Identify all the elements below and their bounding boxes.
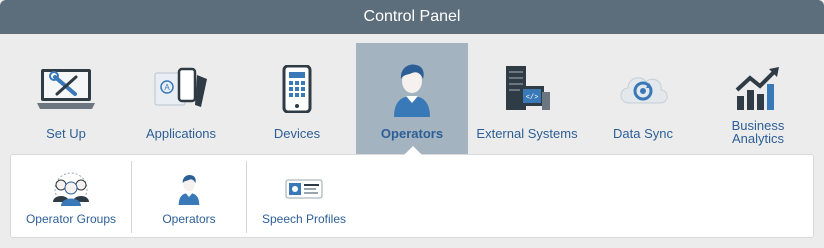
nav-item-label: Set Up (46, 126, 86, 141)
nav-item-data-sync[interactable]: Data Sync (587, 43, 699, 154)
applications-icon: A (149, 61, 213, 117)
nav-item-devices[interactable]: Devices (241, 43, 353, 154)
sub-item-operator-groups[interactable]: Operator Groups (11, 155, 131, 237)
sub-item-speech-profiles[interactable]: Speech Profiles (247, 155, 361, 237)
nav-item-business-analytics[interactable]: Business Analytics (702, 43, 814, 154)
analytics-chart-icon (726, 61, 790, 117)
nav-item-label: Devices (273, 126, 321, 141)
phone-icon (265, 61, 329, 117)
cloud-sync-icon (611, 61, 675, 117)
nav-item-label: Applications (145, 126, 217, 141)
operator-icon (169, 169, 209, 209)
window-title: Control Panel (363, 8, 461, 25)
sub-item-label: Speech Profiles (261, 212, 347, 226)
sub-item-operators[interactable]: Operators (132, 155, 246, 237)
speech-profile-icon (284, 169, 324, 209)
nav-item-applications[interactable]: A Applications (125, 43, 237, 154)
svg-text:</>: </> (526, 94, 539, 102)
nav-item-operators[interactable]: Operators (356, 43, 468, 154)
nav-item-external-systems[interactable]: </> External Systems (471, 43, 583, 154)
active-indicator (404, 146, 422, 155)
operator-icon (380, 61, 444, 117)
sub-item-label: Operator Groups (25, 212, 117, 226)
nav-item-label: Operators (380, 126, 444, 141)
nav-item-label: External Systems (476, 126, 578, 141)
title-bar: Control Panel (0, 0, 824, 34)
sub-nav-panel: Operator Groups Operators Speech Profile… (10, 154, 814, 238)
nav-item-set-up[interactable]: Set Up (10, 43, 122, 154)
server-icon: </> (495, 61, 559, 117)
operator-groups-icon (51, 169, 91, 209)
main-nav: Set Up A Applications Devices Operators … (0, 43, 824, 154)
tools-laptop-icon (34, 61, 98, 117)
nav-item-label: Data Sync (613, 126, 673, 141)
svg-text:A: A (164, 83, 170, 92)
sub-item-label: Operators (162, 212, 216, 226)
nav-item-label: Business Analytics (731, 118, 785, 146)
